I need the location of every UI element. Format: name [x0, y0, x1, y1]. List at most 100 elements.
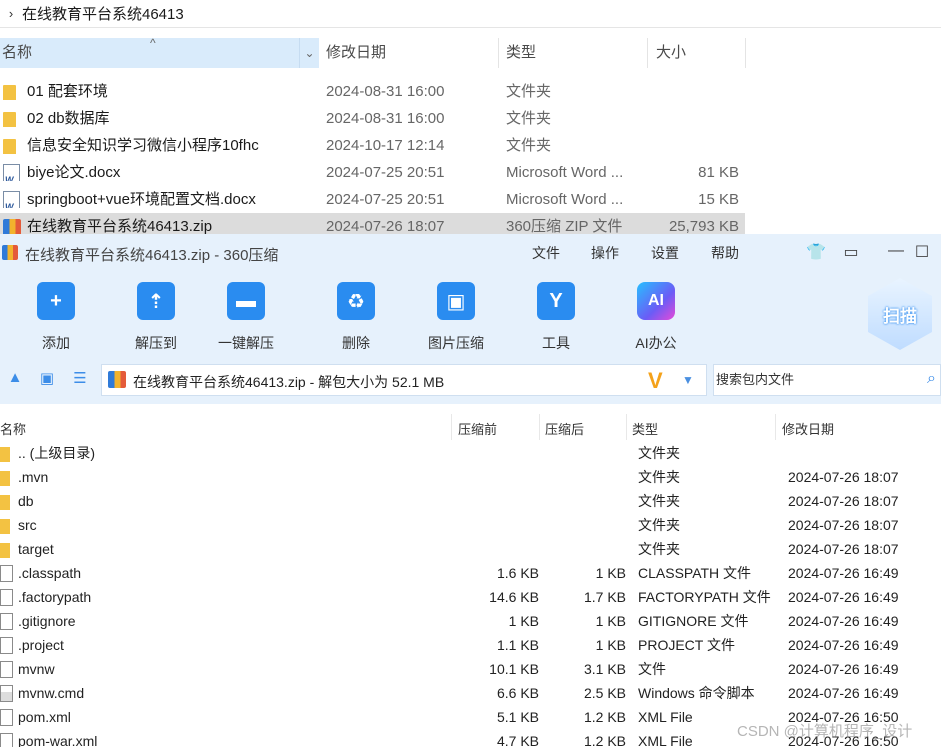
- skin-shirt-icon[interactable]: 👕: [805, 242, 827, 262]
- chevron-right-icon[interactable]: ›: [0, 6, 22, 21]
- entry-name: .. (上级目录): [18, 445, 95, 461]
- entry-name: .classpath: [18, 565, 82, 581]
- file-row[interactable]: 02 db数据库 2024-08-31 16:00 文件夹: [0, 105, 745, 132]
- size-before: [460, 489, 539, 513]
- search-input[interactable]: [716, 372, 916, 387]
- column-header-date[interactable]: 修改日期: [326, 38, 386, 68]
- file-date: 2024-08-31 16:00: [326, 110, 445, 127]
- v-logo-icon[interactable]: V: [648, 368, 663, 394]
- file-name: biye论文.docx: [27, 164, 121, 181]
- toolbar-button[interactable]: AI AI办公: [611, 282, 701, 353]
- entry-type: 文件夹: [638, 517, 680, 533]
- toolbar: + 添加 ⇡ 解压到 ▬ 一键解压 ♻ 删除 ▣ 图片压缩 Y 工具 AI AI办公: [0, 272, 941, 354]
- maximize-icon[interactable]: ☐: [911, 242, 933, 262]
- one-click-extract-icon: ▬: [227, 282, 265, 320]
- file-icon: [0, 589, 13, 606]
- thumbnail-view-icon[interactable]: ▣: [37, 369, 57, 389]
- file-date: 2024-08-31 16:00: [326, 83, 445, 100]
- image-compress-icon: ▣: [437, 282, 475, 320]
- entry-name: pom-war.xml: [18, 733, 98, 747]
- toolbar-button-label: 一键解压: [218, 335, 274, 351]
- entry-date: 2024-07-26 16:49: [788, 685, 899, 701]
- menu-operation[interactable]: 操作: [591, 243, 619, 263]
- title-bar: 在线教育平台系统46413.zip - 360压缩 文件 操作 设置 帮助 👕 …: [0, 234, 941, 272]
- size-before: 1.1 KB: [496, 637, 539, 653]
- up-arrow-icon[interactable]: ▲: [5, 369, 25, 389]
- toolbar-button[interactable]: ⇡ 解压到: [111, 282, 201, 353]
- file-row[interactable]: 信息安全知识学习微信小程序10fhc 2024-10-17 12:14 文件夹: [0, 132, 745, 159]
- file-name: 信息安全知识学习微信小程序10fhc: [27, 137, 259, 154]
- minimize-icon[interactable]: —: [885, 242, 907, 260]
- size-after: [545, 465, 626, 489]
- archive-row[interactable]: mvnw.cmd 6.6 KB 2.5 KB Windows 命令脚本 2024-07-…: [0, 681, 941, 705]
- sort-ascending-icon: ^: [150, 36, 156, 50]
- column-divider[interactable]: [626, 414, 627, 440]
- entry-type: 文件夹: [638, 445, 680, 461]
- column-header-name[interactable]: 名称 ^ ⌄: [0, 36, 319, 68]
- column-divider[interactable]: [647, 38, 648, 68]
- column-divider[interactable]: [451, 414, 452, 440]
- entry-name: .mvn: [18, 469, 49, 485]
- size-after: [545, 513, 626, 537]
- toolbar-button[interactable]: ▬ 一键解压: [201, 282, 291, 353]
- column-header-after[interactable]: 压缩后: [545, 419, 584, 438]
- archive-row[interactable]: .classpath 1.6 KB 1 KB CLASSPATH 文件 2024-07-…: [0, 561, 941, 585]
- archive-row[interactable]: .factorypath 14.6 KB 1.7 KB FACTORYPATH 文件 2…: [0, 585, 941, 609]
- entry-type: GITIGNORE 文件: [638, 613, 749, 629]
- column-header-before[interactable]: 压缩前: [458, 419, 497, 438]
- column-divider[interactable]: [745, 38, 746, 68]
- search-icon[interactable]: ⌕: [927, 370, 936, 388]
- entry-date: 2024-07-26 16:49: [788, 661, 899, 677]
- zip-icon: [3, 218, 21, 235]
- file-date: 2024-07-25 20:51: [326, 191, 445, 208]
- file-icon: [0, 565, 13, 582]
- archive-row[interactable]: mvnw 10.1 KB 3.1 KB 文件 2024-07-26 16:49: [0, 657, 941, 681]
- toolbar-button-label: AI办公: [635, 335, 677, 351]
- folder-icon: [0, 445, 10, 462]
- archive-row[interactable]: db 文件夹 2024-07-26 18:07: [0, 489, 941, 513]
- entry-date: 2024-07-26 18:07: [788, 493, 899, 509]
- column-divider[interactable]: [498, 38, 499, 68]
- archive-row[interactable]: target 文件夹 2024-07-26 18:07: [0, 537, 941, 561]
- entry-type: 文件夹: [638, 541, 680, 557]
- file-icon: [0, 709, 13, 726]
- size-after: [545, 489, 626, 513]
- column-divider[interactable]: [539, 414, 540, 440]
- archive-row[interactable]: .. (上级目录) 文件夹: [0, 441, 941, 465]
- column-header-size[interactable]: 大小: [656, 38, 686, 68]
- toolbar-button[interactable]: + 添加: [11, 282, 101, 353]
- menu-settings[interactable]: 设置: [651, 243, 679, 263]
- archive-row[interactable]: src 文件夹 2024-07-26 18:07: [0, 513, 941, 537]
- column-header-name[interactable]: 名称: [0, 419, 26, 438]
- toolbar-button[interactable]: ▣ 图片压缩: [411, 282, 501, 353]
- size-before: [460, 513, 539, 537]
- column-header-type[interactable]: 类型: [506, 38, 536, 68]
- feedback-icon[interactable]: ▭: [840, 242, 862, 262]
- archive-row[interactable]: .project 1.1 KB 1 KB PROJECT 文件 2024-07-26 1…: [0, 633, 941, 657]
- menu-file[interactable]: 文件: [532, 243, 560, 263]
- file-row[interactable]: 01 配套环境 2024-08-31 16:00 文件夹: [0, 78, 745, 105]
- chevron-down-icon[interactable]: ▼: [682, 373, 694, 387]
- entry-type: FACTORYPATH 文件: [638, 589, 771, 605]
- menu-help[interactable]: 帮助: [711, 243, 739, 263]
- column-header-date[interactable]: 修改日期: [782, 419, 834, 438]
- toolbar-button[interactable]: ♻ 删除: [311, 282, 401, 353]
- list-view-icon[interactable]: ☰: [70, 369, 90, 389]
- word-doc-icon: [3, 164, 21, 181]
- chevron-down-icon[interactable]: ⌄: [299, 38, 319, 68]
- file-row[interactable]: springboot+vue环境配置文档.docx 2024-07-25 20:5…: [0, 186, 745, 213]
- size-before: 14.6 KB: [489, 589, 539, 605]
- archive-row[interactable]: .mvn 文件夹 2024-07-26 18:07: [0, 465, 941, 489]
- address-field[interactable]: 在线教育平台系统46413.zip - 解包大小为 52.1 MB V ▼: [101, 364, 707, 396]
- toolbar-button[interactable]: Y 工具: [511, 282, 601, 353]
- size-after: 2.5 KB: [583, 685, 626, 701]
- breadcrumb-folder[interactable]: 在线教育平台系统46413: [22, 3, 184, 24]
- archive-row[interactable]: .gitignore 1 KB 1 KB GITIGNORE 文件 2024-07-26…: [0, 609, 941, 633]
- file-name: springboot+vue环境配置文档.docx: [27, 191, 256, 208]
- column-divider[interactable]: [775, 414, 776, 440]
- entry-date: 2024-07-26 16:49: [788, 637, 899, 653]
- file-row[interactable]: biye论文.docx 2024-07-25 20:51 Microsoft Wor…: [0, 159, 745, 186]
- entry-type: 文件夹: [638, 493, 680, 509]
- entry-type: 文件夹: [638, 469, 680, 485]
- column-header-type[interactable]: 类型: [632, 419, 658, 438]
